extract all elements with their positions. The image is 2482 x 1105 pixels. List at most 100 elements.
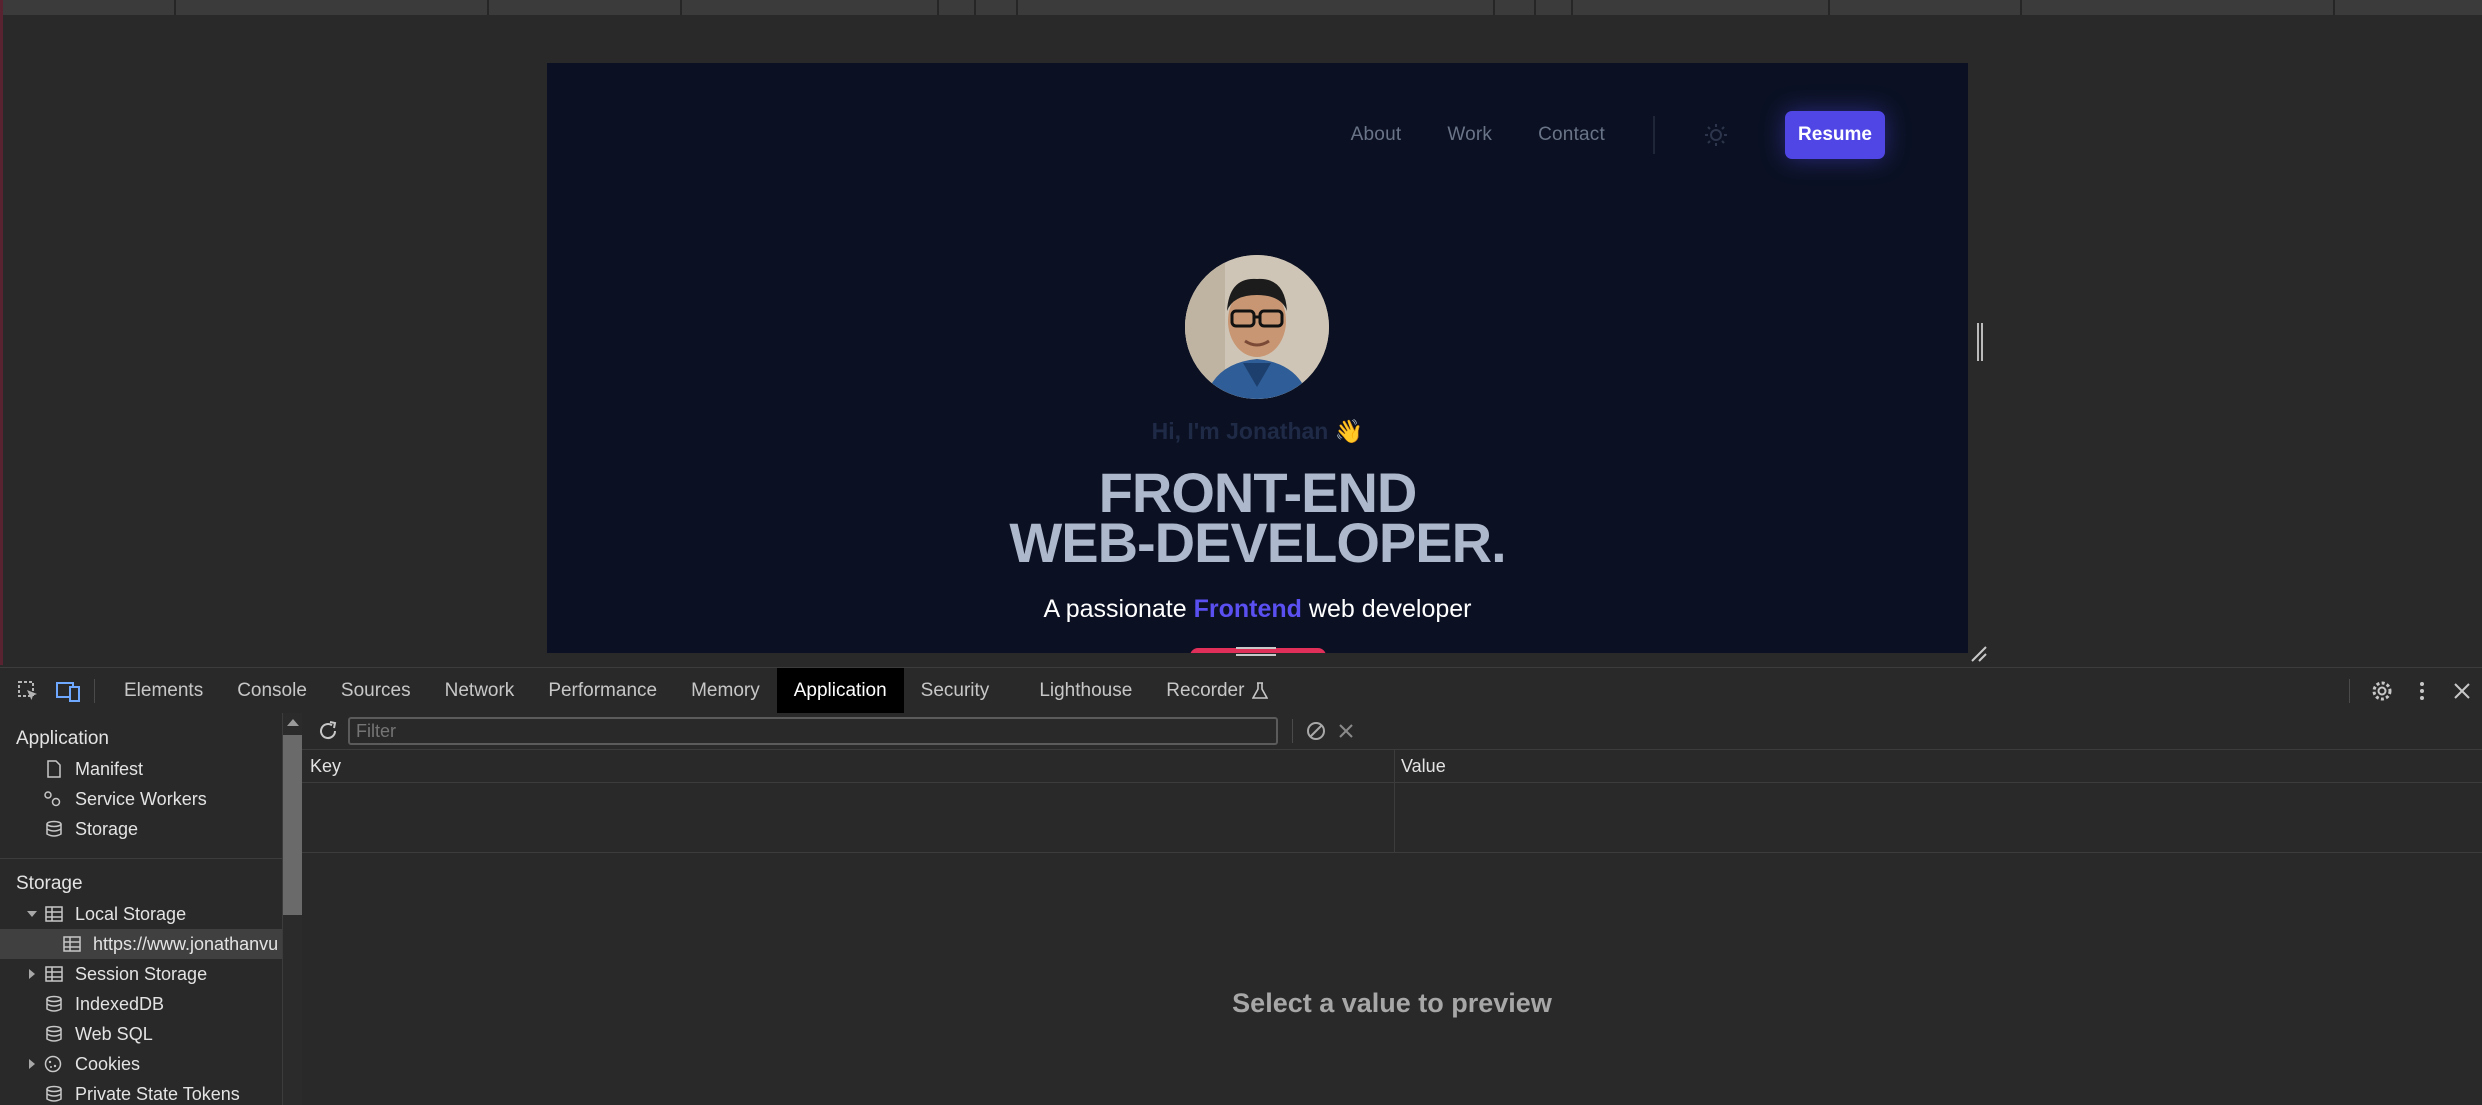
- tab-performance[interactable]: Performance: [531, 668, 674, 714]
- device-viewport: About Work Contact Resume Hi, I'm Jonath…: [3, 15, 2482, 665]
- tagline-before: A passionate: [1043, 595, 1187, 623]
- tab-recorder[interactable]: Recorder: [1149, 668, 1274, 714]
- expand-right-arrow-icon[interactable]: [26, 965, 38, 983]
- device-toolbar-segment[interactable]: [939, 0, 976, 15]
- preview-placeholder: Select a value to preview: [1232, 988, 1552, 1018]
- sidebar-item-label: Private State Tokens: [75, 1084, 240, 1104]
- sidebar-item-label: Cookies: [75, 1054, 141, 1074]
- toolbar-separator: [1292, 719, 1293, 743]
- table-icon: [63, 936, 81, 952]
- sidebar-item-label: Manifest: [75, 759, 144, 779]
- column-divider[interactable]: [1394, 750, 1395, 853]
- tabbar-separator: [94, 679, 95, 703]
- device-toolbar-segment[interactable]: [1495, 0, 1536, 15]
- nav-about-link[interactable]: About: [1351, 124, 1402, 146]
- sidebar-item-label: Session Storage: [75, 964, 208, 984]
- tab-memory[interactable]: Memory: [674, 668, 777, 714]
- tab-recorder-label: Recorder: [1166, 680, 1245, 701]
- tab-network[interactable]: Network: [428, 668, 532, 714]
- viewport-width-resize-handle[interactable]: [1977, 323, 1983, 361]
- table-header: Key Value: [302, 750, 2482, 853]
- sidebar-item-private-state-tokens[interactable]: Private State Tokens: [0, 1079, 282, 1105]
- column-header-value[interactable]: Value: [1401, 756, 1446, 777]
- device-toolbar-segment[interactable]: [2335, 0, 2482, 15]
- gears-icon: [44, 791, 61, 807]
- nav-contact-link[interactable]: Contact: [1538, 124, 1605, 146]
- device-toolbar-segment[interactable]: [682, 0, 939, 15]
- cookie-icon: [44, 1055, 62, 1073]
- device-toolbar-segment[interactable]: [976, 0, 1018, 15]
- application-sidebar: Application Manifest Service Workers Sto…: [0, 713, 282, 1105]
- sidebar-section-application: Application: [16, 728, 109, 749]
- tab-elements[interactable]: Elements: [107, 668, 220, 714]
- sidebar-scrollbar[interactable]: [282, 713, 302, 1105]
- devtools-tabbar: Elements Console Sources Network Perform…: [0, 667, 2482, 715]
- database-icon: [46, 820, 62, 837]
- hero-tagline: A passionate Frontend web developer: [547, 595, 1968, 624]
- table-body: [302, 783, 2482, 853]
- sidebar-item-label: Web SQL: [75, 1024, 153, 1044]
- device-toolbar-segment[interactable]: [2022, 0, 2335, 15]
- device-toolbar-segment[interactable]: [3, 0, 176, 15]
- sidebar-item-service-workers[interactable]: Service Workers: [0, 784, 282, 814]
- sidebar-item-manifest[interactable]: Manifest: [0, 754, 282, 784]
- sidebar-item-session-storage[interactable]: Session Storage: [0, 959, 282, 989]
- device-toolbar-segment[interactable]: [1830, 0, 2022, 15]
- sidebar-item-indexeddb[interactable]: IndexedDB: [0, 989, 282, 1019]
- profile-photo: [1185, 255, 1329, 399]
- sidebar-item-label: Service Workers: [75, 789, 207, 809]
- device-toolbar-segment[interactable]: [1573, 0, 1830, 15]
- device-toolbar-toggle-icon[interactable]: [48, 668, 88, 714]
- settings-gear-icon[interactable]: [2362, 668, 2402, 714]
- refresh-icon[interactable]: [314, 708, 342, 754]
- storage-panel: Key Value Select a value to preview: [302, 713, 2482, 1105]
- nav-work-link[interactable]: Work: [1447, 124, 1492, 146]
- device-toolbar-segment[interactable]: [489, 0, 682, 15]
- sidebar-item-label: IndexedDB: [75, 994, 165, 1014]
- sidebar-item-label: Storage: [75, 819, 139, 839]
- close-devtools-icon[interactable]: [2442, 668, 2482, 714]
- expand-down-arrow-icon[interactable]: [26, 905, 38, 923]
- device-toolbar-segment[interactable]: [1018, 0, 1495, 15]
- viewport-height-resize-handle[interactable]: [1236, 647, 1276, 656]
- sidebar-item-label: https://www.jonathanvu: [93, 934, 279, 954]
- scrollbar-thumb[interactable]: [283, 735, 302, 915]
- hero-headline: FRONT-END WEB-DEVELOPER.: [547, 465, 1968, 574]
- theme-toggle-sun-icon[interactable]: [1703, 122, 1729, 148]
- delete-selected-icon[interactable]: [1329, 708, 1363, 754]
- inspect-element-icon[interactable]: [8, 668, 48, 714]
- clear-all-icon[interactable]: [1303, 708, 1329, 754]
- sidebar-item-web-sql[interactable]: Web SQL: [0, 1019, 282, 1049]
- table-icon: [45, 966, 63, 982]
- tab-console[interactable]: Console: [220, 668, 324, 714]
- filter-input[interactable]: [348, 717, 1278, 745]
- tabbar-separator: [2349, 679, 2350, 703]
- experimental-flask-icon: [1252, 682, 1269, 699]
- tab-security[interactable]: Security: [904, 668, 1007, 714]
- tab-application[interactable]: Application: [776, 668, 904, 714]
- tab-lighthouse[interactable]: Lighthouse: [1022, 668, 1149, 714]
- sidebar-item-local-storage-origin[interactable]: https://www.jonathanvu: [0, 929, 282, 959]
- device-toolbar-segment[interactable]: [1536, 0, 1573, 15]
- site-nav: About Work Contact Resume: [1351, 110, 1968, 160]
- expand-right-arrow-icon[interactable]: [26, 1055, 38, 1073]
- column-header-key[interactable]: Key: [310, 756, 341, 777]
- sidebar-item-local-storage[interactable]: Local Storage: [0, 899, 282, 929]
- scroll-up-arrow-icon[interactable]: [287, 719, 299, 726]
- sidebar-item-cookies[interactable]: Cookies: [0, 1049, 282, 1079]
- viewport-corner-resize-icon[interactable]: [1968, 643, 1988, 663]
- device-toolbar-segment[interactable]: [176, 0, 489, 15]
- database-icon: [46, 1085, 62, 1102]
- hero-greeting: Hi, I'm Jonathan 👋: [547, 418, 1968, 445]
- table-icon: [45, 906, 63, 922]
- tagline-after: web developer: [1308, 595, 1472, 623]
- sidebar-item-storage[interactable]: Storage: [0, 814, 282, 844]
- resume-button[interactable]: Resume: [1785, 111, 1885, 159]
- tagline-accent: Frontend: [1193, 595, 1302, 623]
- devtools-actions: [2343, 668, 2482, 714]
- more-options-icon[interactable]: [2402, 668, 2442, 714]
- headline-line-2: WEB-DEVELOPER.: [1009, 511, 1506, 574]
- database-icon: [46, 1025, 62, 1042]
- database-icon: [46, 995, 62, 1012]
- sidebar-section-storage: Storage: [16, 873, 83, 894]
